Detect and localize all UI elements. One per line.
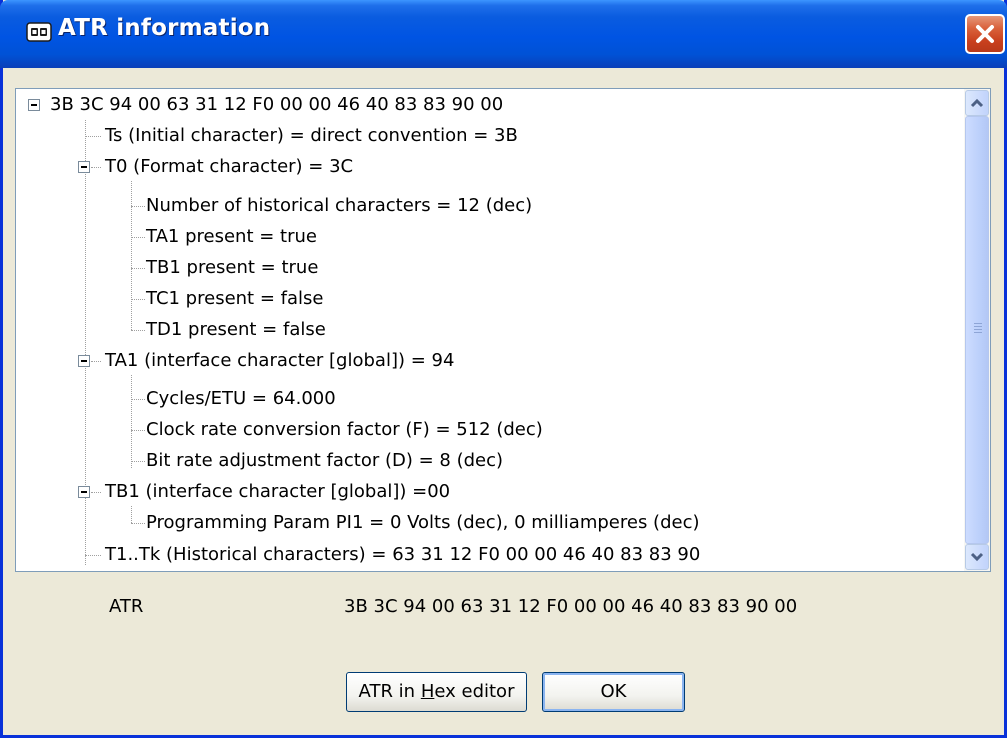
tree-item-cycles-etu[interactable]: Cycles/ETU = 64.000 xyxy=(146,383,336,414)
tree-item-atr-root[interactable]: 3B 3C 94 00 63 31 12 F0 00 00 46 40 83 8… xyxy=(50,89,503,120)
tree-item-historical-characters[interactable]: T1..Tk (Historical characters) = 63 31 1… xyxy=(105,539,700,570)
tree-item-tc1-present[interactable]: TC1 present = false xyxy=(146,283,323,314)
tree-connector xyxy=(91,492,101,493)
grip-line xyxy=(974,329,982,330)
tree-connector xyxy=(91,167,101,168)
tree-item-ta1[interactable]: TA1 (interface character [global]) = 94 xyxy=(105,345,454,376)
tree-connector xyxy=(85,120,86,565)
atr-information-dialog: ATR information 3B 3C 94 00 63 31 12 F0 … xyxy=(0,0,1007,738)
tree-item-ta1-present[interactable]: TA1 present = true xyxy=(146,221,317,252)
grip-line xyxy=(974,323,982,324)
window-title: ATR information xyxy=(58,15,271,41)
tree-connector xyxy=(131,268,145,269)
ok-button[interactable]: OK xyxy=(542,672,685,712)
grip-line xyxy=(974,332,982,333)
chevron-down-icon xyxy=(970,552,984,562)
close-icon xyxy=(976,25,994,43)
atr-hex-editor-button[interactable]: ATR in Hex editor xyxy=(346,672,527,712)
tree-connector xyxy=(131,237,145,238)
tree-item-bit-rate-factor[interactable]: Bit rate adjustment factor (D) = 8 (dec) xyxy=(146,445,503,476)
scroll-thumb[interactable] xyxy=(965,116,989,544)
collapse-toggle-tb1[interactable] xyxy=(78,486,90,498)
scroll-up-button[interactable] xyxy=(965,90,989,116)
tree-connector xyxy=(85,555,101,556)
vertical-scrollbar[interactable] xyxy=(964,89,990,571)
tree-connector xyxy=(131,399,145,400)
title-bar[interactable]: ATR information xyxy=(0,0,1007,68)
tree-item-clock-rate-factor[interactable]: Clock rate conversion factor (F) = 512 (… xyxy=(146,414,543,445)
atr-value: 3B 3C 94 00 63 31 12 F0 00 00 46 40 83 8… xyxy=(344,596,798,617)
tree-connector xyxy=(131,523,145,524)
hex-button-label-post: ex editor xyxy=(434,681,515,702)
tree-connector xyxy=(85,136,101,137)
atr-label: ATR xyxy=(109,596,144,617)
smartcard-icon xyxy=(26,22,52,42)
tree-connector xyxy=(131,430,145,431)
hex-button-accelerator: H xyxy=(420,681,435,702)
tree-item-td1-present[interactable]: TD1 present = false xyxy=(146,314,326,345)
scroll-down-button[interactable] xyxy=(965,544,989,570)
hex-button-label-pre: ATR in xyxy=(358,681,421,702)
atr-tree-view[interactable]: 3B 3C 94 00 63 31 12 F0 00 00 46 40 83 8… xyxy=(15,88,991,572)
collapse-toggle-t0[interactable] xyxy=(78,161,90,173)
tree-connector xyxy=(131,461,145,462)
tree-connector xyxy=(131,299,145,300)
tree-connector xyxy=(131,181,132,330)
tree-item-programming-param[interactable]: Programming Param PI1 = 0 Volts (dec), 0… xyxy=(146,507,699,538)
ok-button-label: OK xyxy=(600,681,627,702)
tree-connector xyxy=(131,330,145,331)
tree-item-t0[interactable]: T0 (Format character) = 3C xyxy=(105,151,353,182)
tree-connector xyxy=(91,361,101,362)
tree-item-tb1-present[interactable]: TB1 present = true xyxy=(146,252,318,283)
tree-connector xyxy=(131,375,132,468)
collapse-toggle-root[interactable] xyxy=(28,99,40,111)
tree-item-ts[interactable]: Ts (Initial character) = direct conventi… xyxy=(105,120,518,151)
tree-item-historical-count[interactable]: Number of historical characters = 12 (de… xyxy=(146,190,532,221)
tree-connector xyxy=(131,506,132,523)
tree-connector xyxy=(131,206,145,207)
grip-line xyxy=(974,326,982,327)
chevron-up-icon xyxy=(970,98,984,108)
tree-item-tb1[interactable]: TB1 (interface character [global]) =00 xyxy=(105,476,450,507)
close-button[interactable] xyxy=(965,14,1005,54)
collapse-toggle-ta1[interactable] xyxy=(78,355,90,367)
